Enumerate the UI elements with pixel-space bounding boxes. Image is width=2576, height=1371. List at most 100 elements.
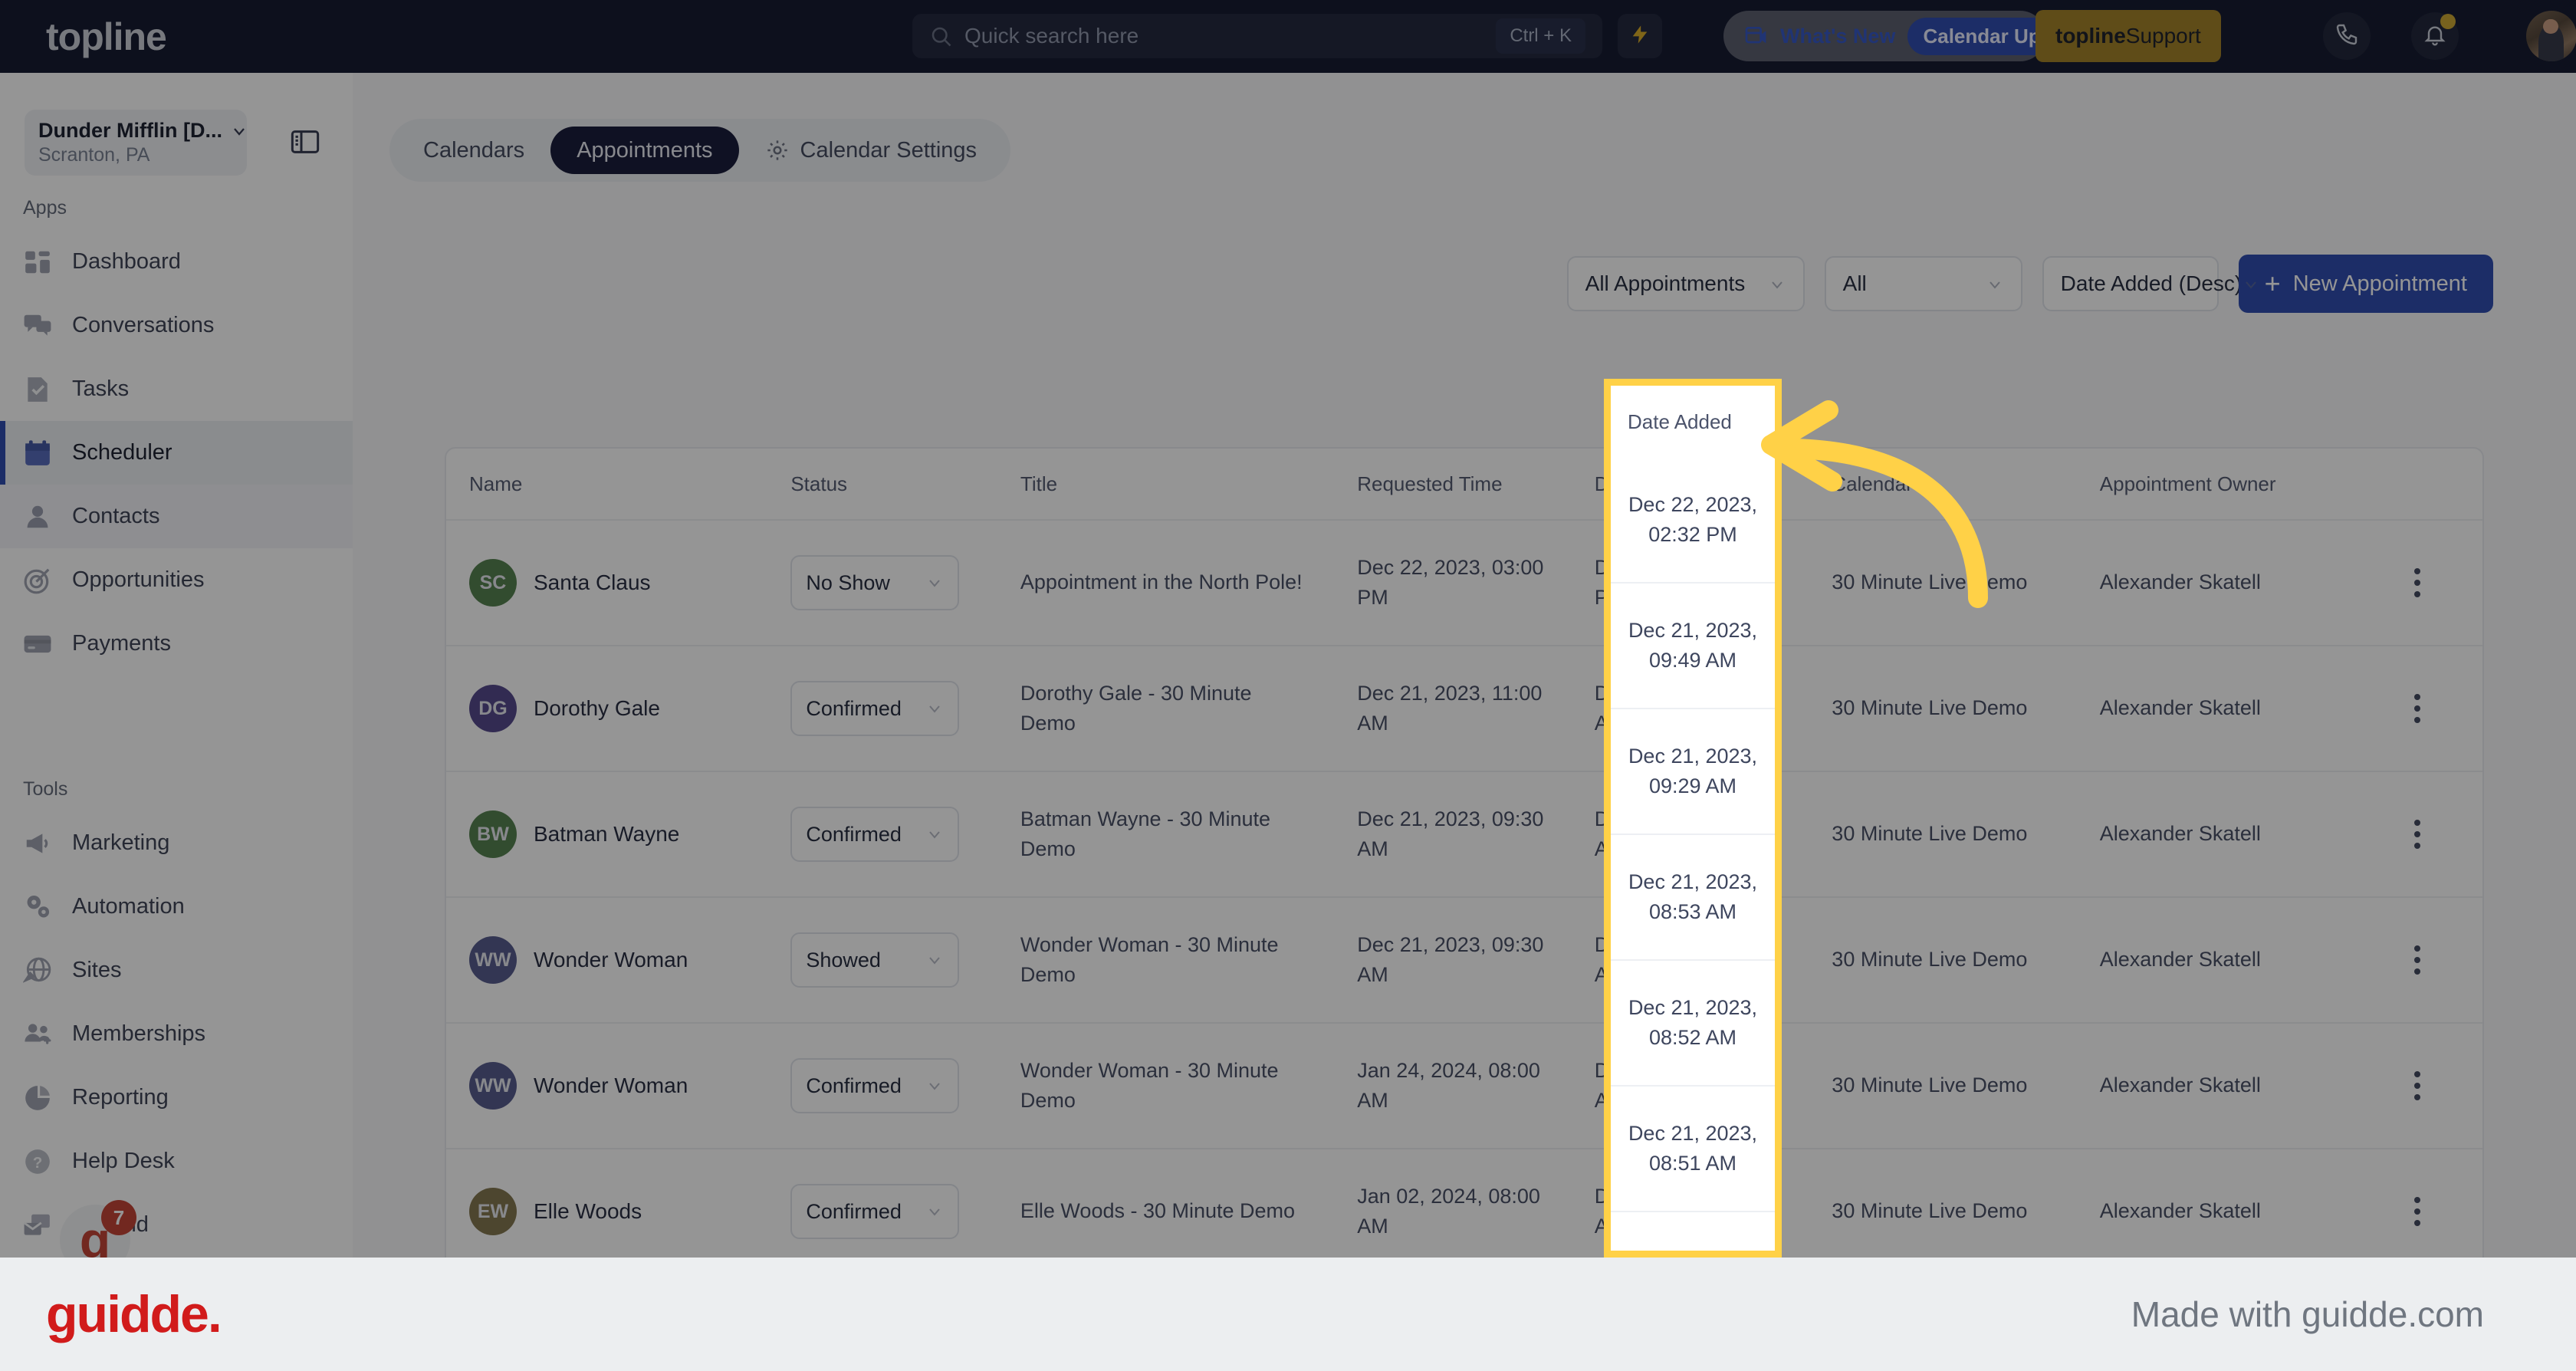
table-row[interactable]: BW Batman Wayne Confirmed Batman Wayne - 30… — [446, 772, 2482, 898]
cell-status: No Show — [767, 521, 997, 645]
chevron-down-icon — [1768, 275, 1786, 293]
table-row[interactable]: WW Wonder Woman Showed Wonder Woman - 30 Mi… — [446, 898, 2482, 1024]
kebab-menu-icon — [2414, 945, 2421, 975]
sidebar-item-contacts[interactable]: Contacts — [0, 485, 353, 548]
whats-new-pill[interactable]: Calendar Updates — [1907, 17, 2045, 55]
avatar[interactable] — [2526, 11, 2576, 61]
new-appointment-button[interactable]: + New Appointment — [2238, 255, 2493, 313]
column-header-calendar[interactable]: Calendar — [1809, 449, 2076, 519]
sidebar-item-memberships[interactable]: Memberships — [0, 1002, 353, 1066]
support-button[interactable]: topline Support — [2036, 10, 2221, 62]
highlight-cell-date-added: Dec 21, 2023, 08:53 AM — [1611, 835, 1775, 961]
cell-requested-time: Jan 24, 2024, 08:00 AM — [1334, 1024, 1572, 1148]
column-header-appointment-owner[interactable]: Appointment Owner — [2077, 449, 2352, 519]
tab-appointments[interactable]: Appointments — [550, 127, 739, 174]
kebab-menu-icon — [2414, 1071, 2421, 1100]
cell-owner: Alexander Skatell — [2077, 1149, 2352, 1274]
chevron-down-icon — [925, 574, 944, 592]
cell-title: Dorothy Gale - 30 Minute Demo — [997, 646, 1334, 771]
sidebar-item-marketing[interactable]: Marketing — [0, 811, 353, 875]
sidebar-item-automation[interactable]: Automation — [0, 875, 353, 939]
table-row[interactable]: SC Santa Claus No Show Appointment in the N… — [446, 521, 2482, 646]
status-select[interactable]: Showed — [790, 932, 960, 988]
cell-requested-time: Dec 21, 2023, 09:30 AM — [1334, 772, 1572, 896]
column-header-status[interactable]: Status — [767, 449, 997, 519]
appointment-title: Wonder Woman - 30 Minute Demo — [1020, 932, 1279, 986]
row-actions-button[interactable] — [2352, 521, 2482, 645]
status-select[interactable]: Confirmed — [790, 807, 960, 862]
dashboard-icon — [23, 248, 52, 277]
row-actions-button[interactable] — [2352, 1024, 2482, 1148]
sidebar-item-tasks[interactable]: Tasks — [0, 357, 353, 421]
cell-name: BW Batman Wayne — [446, 772, 767, 896]
table-row[interactable]: WW Wonder Woman Confirmed Wonder Woman - 30… — [446, 1024, 2482, 1149]
status-select[interactable]: No Show — [790, 555, 960, 610]
table-row[interactable]: EW Elle Woods Confirmed Elle Woods - 30 Min… — [446, 1149, 2482, 1275]
row-actions-button[interactable] — [2352, 898, 2482, 1022]
date-added-date: Dec 22, 2023, — [1628, 492, 1758, 516]
cell-requested-time: Jan 02, 2024, 08:00 AM — [1334, 1149, 1572, 1274]
column-header-requested-time[interactable]: Requested Time — [1334, 449, 1572, 519]
appointment-owner: Alexander Skatell — [2099, 570, 2261, 594]
notifications-button[interactable] — [2411, 12, 2459, 60]
sort-by-select[interactable]: Date Added (Desc) — [2042, 256, 2256, 311]
avatar: BW — [469, 810, 517, 858]
svg-text:?: ? — [33, 1153, 43, 1171]
sidebar-item-opportunities[interactable]: Opportunities — [0, 548, 353, 612]
requested-time: Dec 21, 2023, 09:30 AM — [1357, 932, 1544, 986]
sidebar-item-sites[interactable]: Sites — [0, 939, 353, 1002]
appointment-owner: Alexander Skatell — [2099, 948, 2261, 972]
sidebar-item-mailfold[interactable]: Mailfold — [0, 1193, 353, 1257]
sidebar-section-apps: Apps Dashboard Conversations Tasks Sched… — [0, 197, 353, 676]
requested-time: Dec 21, 2023, 09:30 AM — [1357, 807, 1544, 860]
org-switcher[interactable]: Dunder Mifflin [D... Scranton, PA — [25, 110, 247, 176]
date-added-time: 02:32 PM — [1648, 523, 1737, 546]
status-select[interactable]: Confirmed — [790, 1184, 960, 1239]
cell-owner: Alexander Skatell — [2077, 898, 2352, 1022]
highlight-cell-date-added: Dec 21, 2023, 09:29 AM — [1611, 709, 1775, 835]
status-select[interactable]: Confirmed — [790, 681, 960, 736]
phone-button[interactable] — [2323, 12, 2371, 60]
highlight-cell-date-added: Dec 21, 2023, — [1611, 1212, 1775, 1251]
chevron-down-icon — [925, 951, 944, 969]
calendar-name: 30 Minute Live Demo — [1832, 822, 2028, 846]
sidebar-item-payments[interactable]: Payments — [0, 612, 353, 676]
search-input[interactable]: Quick search here — [964, 24, 1138, 48]
status-select[interactable]: Confirmed — [790, 1058, 960, 1113]
global-search[interactable]: Quick search here Ctrl + K — [912, 14, 1602, 58]
sidebar-item-reporting[interactable]: Reporting — [0, 1066, 353, 1129]
status-value: Confirmed — [806, 1073, 902, 1097]
contact-name: Elle Woods — [534, 1199, 642, 1224]
row-actions-button[interactable] — [2352, 772, 2482, 896]
date-added-time: 08:51 AM — [1648, 1152, 1737, 1175]
quick-actions-button[interactable] — [1618, 14, 1662, 58]
search-shortcut-hint: Ctrl + K — [1496, 18, 1585, 54]
tab-calendars[interactable]: Calendars — [397, 127, 550, 174]
sidebar-item-conversations[interactable]: Conversations — [0, 294, 353, 357]
sidebar-toggle-icon[interactable] — [284, 120, 327, 163]
appointment-scope-select[interactable]: All Appointments — [1566, 256, 1805, 311]
date-added-time: 08:53 AM — [1648, 900, 1737, 923]
highlight-date-added-column[interactable]: Date Added Dec 22, 2023, 02:32 PM Dec 21, … — [1604, 379, 1782, 1258]
select-value: All Appointments — [1585, 271, 1746, 295]
sidebar-item-scheduler[interactable]: Scheduler — [0, 421, 353, 485]
cell-owner: Alexander Skatell — [2077, 1024, 2352, 1148]
tab-calendar-settings[interactable]: Calendar Settings — [739, 127, 1004, 174]
sidebar-item-dashboard[interactable]: Dashboard — [0, 230, 353, 294]
row-actions-button[interactable] — [2352, 646, 2482, 771]
tab-label: Calendars — [423, 137, 525, 163]
whats-new-banner[interactable]: What's New Calendar Updates — [1723, 11, 2045, 61]
column-header-title[interactable]: Title — [997, 449, 1334, 519]
table-row[interactable]: DG Dorothy Gale Confirmed Dorothy Gale - 30… — [446, 646, 2482, 772]
avatar: WW — [469, 1062, 517, 1110]
date-added-time: 09:29 AM — [1648, 774, 1737, 797]
row-actions-button[interactable] — [2352, 1149, 2482, 1274]
cell-requested-time: Dec 21, 2023, 11:00 AM — [1334, 646, 1572, 771]
kebab-menu-icon — [2414, 1197, 2421, 1226]
org-name: Dunder Mifflin [D... — [38, 119, 222, 142]
column-header-name[interactable]: Name — [446, 449, 767, 519]
date-added-time: 09:49 AM — [1648, 649, 1737, 672]
status-filter-select[interactable]: All — [1824, 256, 2022, 311]
sidebar-item-help-desk[interactable]: ? Help Desk — [0, 1129, 353, 1193]
support-label: Support — [2125, 24, 2201, 48]
